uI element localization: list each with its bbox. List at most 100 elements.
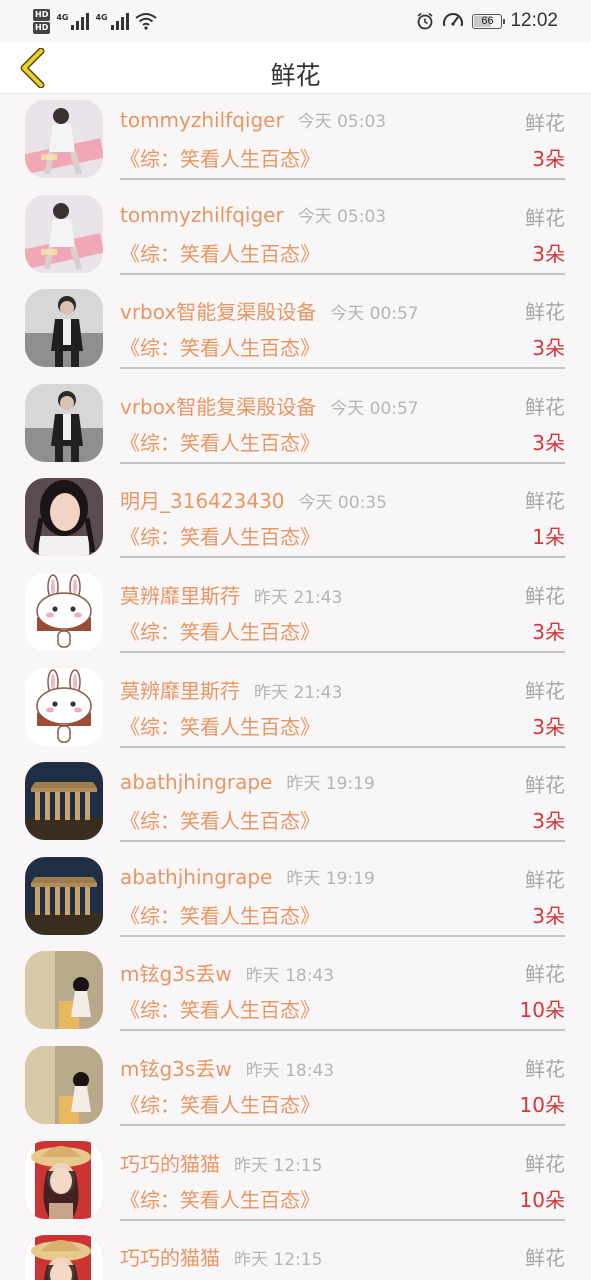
user-name-line[interactable]: 莫辨靡里斯荇 昨天 21:43 [120, 580, 342, 609]
divider [120, 650, 565, 653]
avatar-bunny[interactable] [25, 667, 103, 746]
gift-type: 鲜花 [525, 1151, 565, 1176]
avatar-woman[interactable] [25, 478, 103, 557]
book-title[interactable]: 《综：笑看人生百态》 [120, 332, 320, 361]
list-item[interactable]: 莫辨靡里斯荇 昨天 21:43 鲜花 《综：笑看人生百态》 3朵 [0, 567, 591, 662]
avatar-room[interactable] [25, 1045, 103, 1124]
book-title[interactable]: 《综：笑看人生百态》 [120, 805, 320, 834]
user-name-line[interactable]: 巧巧的猫猫 昨天 12:15 [120, 1148, 322, 1177]
user-name-line[interactable]: vrbox智能复渠殷设备 今天 00:57 [120, 296, 419, 325]
list-item[interactable]: abathjhingrape 昨天 19:19 鲜花 《综：笑看人生百态》 3朵 [0, 756, 591, 851]
avatar-temple[interactable] [25, 856, 103, 935]
divider [120, 1123, 565, 1126]
flower-record-list[interactable]: tommyzhilfqiger 今天 05:03 鲜花 《综：笑看人生百态》 3朵… [0, 94, 591, 1280]
list-item[interactable]: vrbox智能复渠殷设备 今天 00:57 鲜花 《综：笑看人生百态》 3朵 [0, 378, 591, 473]
record-time: 昨天 19:19 [286, 868, 375, 889]
user-name-line[interactable]: m铉g3s丢w 昨天 18:43 [120, 1053, 334, 1082]
book-title[interactable]: 《综：笑看人生百态》 [120, 900, 320, 929]
user-name-line[interactable]: m铉g3s丢w 昨天 18:43 [120, 958, 334, 987]
list-item[interactable]: abathjhingrape 昨天 19:19 鲜花 《综：笑看人生百态》 3朵 [0, 851, 591, 946]
book-title[interactable]: 《综：笑看人生百态》 [120, 1184, 320, 1213]
book-title[interactable]: 《综：笑看人生百态》 [120, 238, 320, 267]
nav-bar: 鲜花 [0, 42, 591, 94]
list-item[interactable]: 明月_316423430 今天 00:35 鲜花 《综：笑看人生百态》 1朵 [0, 472, 591, 567]
user-name-line[interactable]: 莫辨靡里斯荇 昨天 21:43 [120, 675, 342, 704]
avatar-man[interactable] [25, 383, 103, 462]
user-name[interactable]: vrbox智能复渠殷设备 [120, 395, 316, 419]
user-name[interactable]: m铉g3s丢w [120, 1057, 232, 1081]
avatar-temple[interactable] [25, 762, 103, 841]
status-right: 66 12:02 [416, 6, 558, 36]
book-title[interactable]: 《综：笑看人生百态》 [120, 711, 320, 740]
gift-type: 鲜花 [525, 867, 565, 892]
hd-indicator: HD HD [33, 8, 51, 34]
avatar-hat[interactable] [25, 1140, 103, 1219]
gift-type: 鲜花 [525, 300, 565, 325]
user-name[interactable]: tommyzhilfqiger [120, 203, 284, 227]
flower-count: 3朵 [532, 619, 565, 644]
record-time: 昨天 21:43 [254, 587, 343, 608]
user-name-line[interactable]: tommyzhilfqiger 今天 05:03 [120, 202, 386, 227]
user-name[interactable]: 巧巧的猫猫 [120, 1152, 220, 1176]
avatar-girl[interactable] [25, 100, 103, 178]
avatar-bunny[interactable] [25, 572, 103, 651]
list-item[interactable]: 巧巧的猫猫 昨天 12:15 鲜花 [0, 1229, 591, 1280]
divider [120, 840, 565, 843]
user-name[interactable]: abathjhingrape [120, 770, 272, 794]
user-name-line[interactable]: abathjhingrape 昨天 19:19 [120, 769, 375, 794]
book-title[interactable]: 《综：笑看人生百态》 [120, 521, 320, 550]
gift-type: 鲜花 [525, 583, 565, 608]
book-title[interactable]: 《综：笑看人生百态》 [120, 143, 320, 172]
flower-count: 3朵 [532, 241, 565, 266]
divider [120, 367, 565, 370]
user-name-line[interactable]: tommyzhilfqiger 今天 05:03 [120, 107, 386, 132]
user-name-line[interactable]: 巧巧的猫猫 昨天 12:15 [120, 1242, 322, 1271]
list-item[interactable]: vrbox智能复渠殷设备 今天 00:57 鲜花 《综：笑看人生百态》 3朵 [0, 283, 591, 378]
wifi-icon [135, 13, 157, 30]
record-time: 昨天 19:19 [286, 774, 375, 795]
divider [120, 934, 565, 937]
user-name[interactable]: 莫辨靡里斯荇 [120, 679, 240, 703]
avatar-man[interactable] [25, 289, 103, 368]
page-title: 鲜花 [270, 61, 321, 90]
book-title[interactable]: 《综：笑看人生百态》 [120, 994, 320, 1023]
divider [120, 1029, 565, 1032]
flower-count: 3朵 [532, 714, 565, 739]
list-item[interactable]: 巧巧的猫猫 昨天 12:15 鲜花 《综：笑看人生百态》 10朵 [0, 1135, 591, 1230]
record-time: 昨天 18:43 [245, 1060, 335, 1081]
divider [120, 1218, 565, 1221]
user-name[interactable]: 巧巧的猫猫 [120, 1246, 220, 1270]
user-name[interactable]: vrbox智能复渠殷设备 [120, 300, 316, 324]
user-name[interactable]: 莫辨靡里斯荇 [120, 584, 240, 608]
user-name[interactable]: abathjhingrape [120, 865, 272, 889]
user-name-line[interactable]: abathjhingrape 昨天 19:19 [120, 864, 375, 889]
user-name-line[interactable]: 明月_316423430 今天 00:35 [120, 485, 387, 514]
divider [120, 556, 565, 559]
user-name-line[interactable]: vrbox智能复渠殷设备 今天 00:57 [120, 391, 419, 420]
signal-icon-2: 4G [95, 12, 129, 30]
list-item[interactable]: m铉g3s丢w 昨天 18:43 鲜花 《综：笑看人生百态》 10朵 [0, 945, 591, 1040]
signal-icon-1: 4G [56, 12, 90, 30]
gift-type: 鲜花 [525, 394, 565, 419]
flower-count: 10朵 [519, 1092, 565, 1117]
list-item[interactable]: tommyzhilfqiger 今天 05:03 鲜花 《综：笑看人生百态》 3朵 [0, 94, 591, 189]
user-name[interactable]: tommyzhilfqiger [120, 108, 284, 132]
list-item[interactable]: tommyzhilfqiger 今天 05:03 鲜花 《综：笑看人生百态》 3朵 [0, 189, 591, 284]
user-name[interactable]: m铉g3s丢w [120, 962, 232, 986]
battery-icon: 66 [472, 13, 506, 29]
avatar-girl[interactable] [25, 194, 103, 273]
gift-type: 鲜花 [525, 111, 565, 135]
avatar-hat[interactable] [25, 1235, 103, 1280]
record-time: 昨天 18:43 [245, 966, 335, 987]
list-item[interactable]: m铉g3s丢w 昨天 18:43 鲜花 《综：笑看人生百态》 10朵 [0, 1040, 591, 1135]
hd-badge-2: HD [33, 21, 51, 34]
gift-type: 鲜花 [525, 1246, 565, 1271]
battery-level: 66 [481, 15, 494, 27]
book-title[interactable]: 《综：笑看人生百态》 [120, 616, 320, 645]
book-title[interactable]: 《综：笑看人生百态》 [120, 427, 320, 456]
book-title[interactable]: 《综：笑看人生百态》 [120, 1089, 320, 1118]
list-item[interactable]: 莫辨靡里斯荇 昨天 21:43 鲜花 《综：笑看人生百态》 3朵 [0, 662, 591, 757]
avatar-room[interactable] [25, 951, 103, 1030]
flower-count: 10朵 [519, 998, 565, 1023]
user-name[interactable]: 明月_316423430 [120, 489, 285, 513]
